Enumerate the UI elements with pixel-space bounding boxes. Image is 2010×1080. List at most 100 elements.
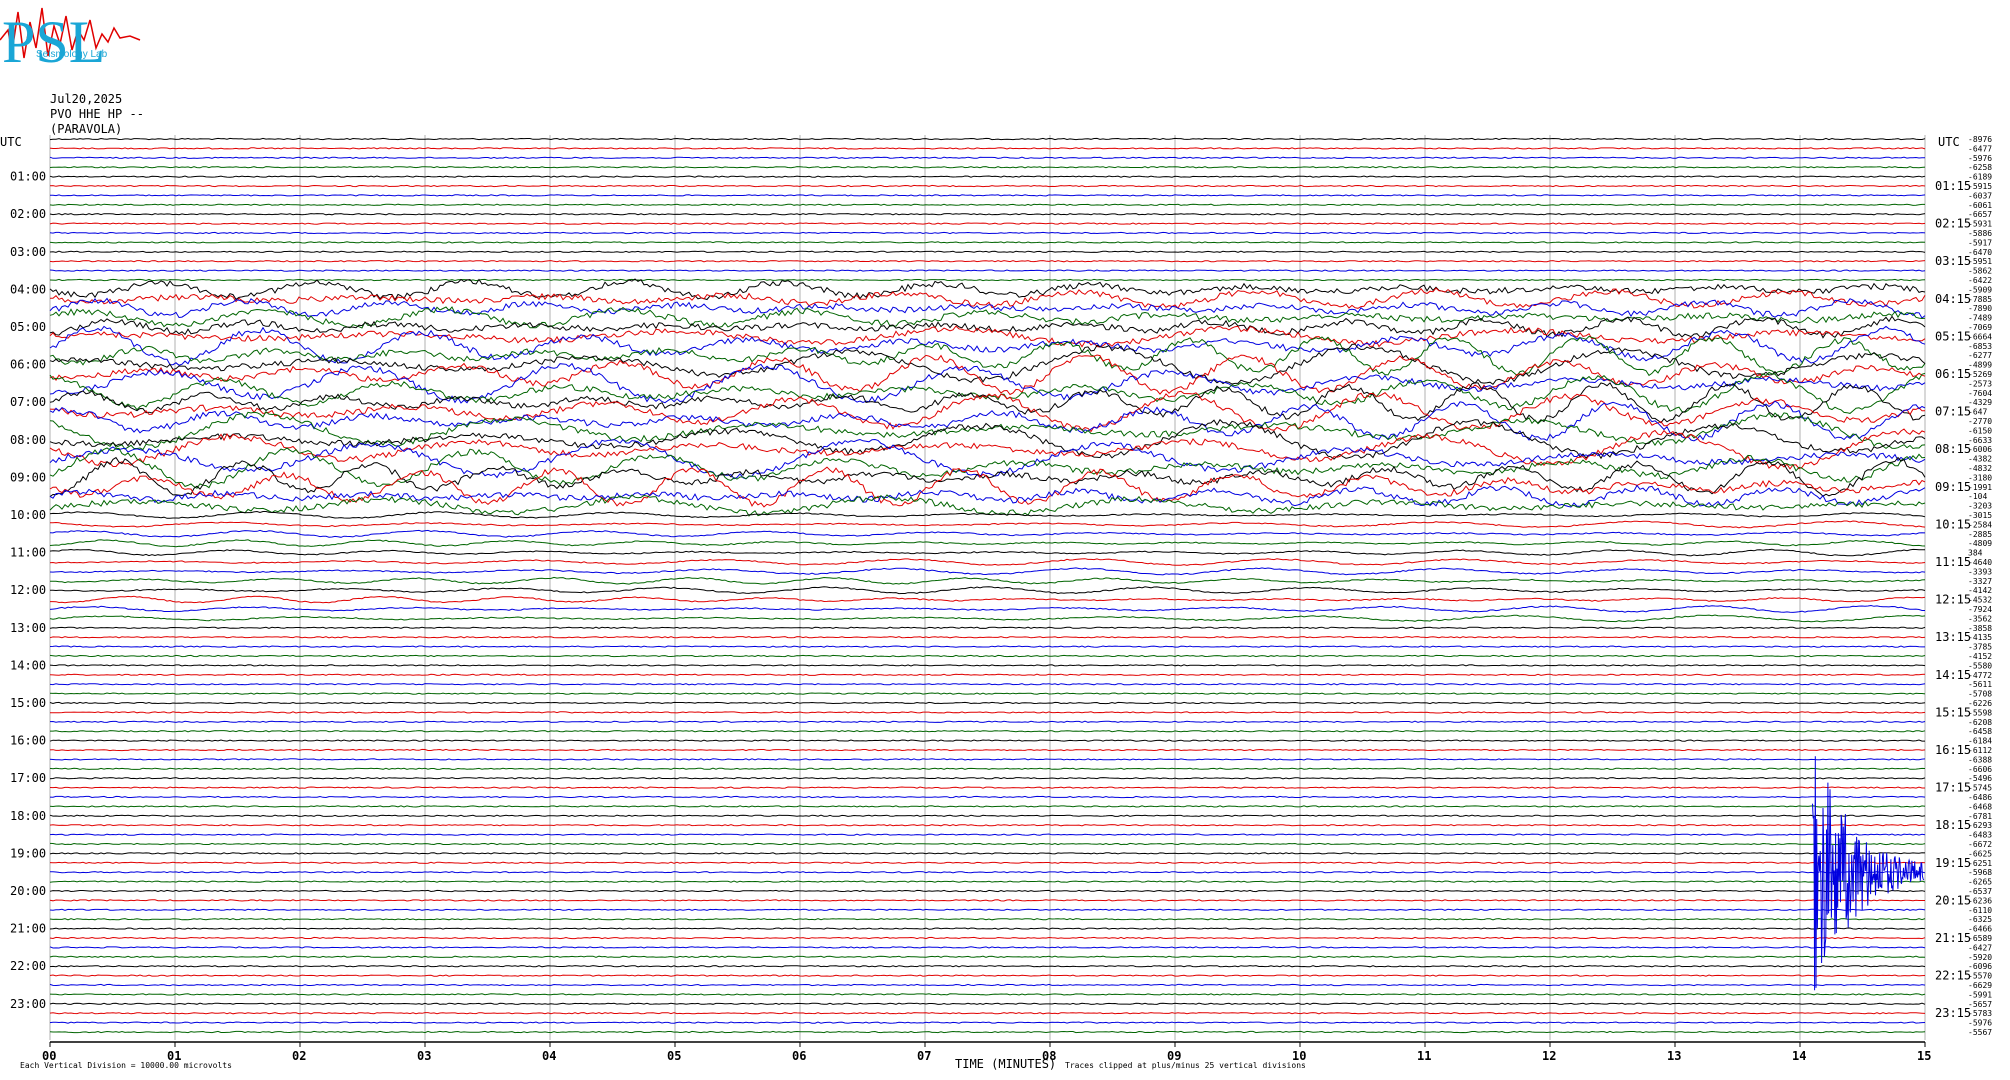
trace-offset-label: -2885 (1968, 530, 1992, 539)
x-tick-label: 05 (667, 1049, 681, 1063)
trace-line (50, 711, 1926, 714)
trace-offset-label: -6633 (1968, 436, 1992, 445)
trace-line (49, 946, 1926, 949)
trace-line (49, 842, 1926, 846)
left-utc-label: UTC (0, 135, 22, 149)
trace-line (49, 371, 1926, 414)
left-hour-label: 16:00 (10, 734, 46, 748)
right-hour-label: 21:15 (1935, 931, 1971, 945)
left-hour-label: 22:00 (10, 959, 46, 973)
trace-line (49, 222, 1926, 225)
trace-offset-label: -5862 (1968, 267, 1992, 276)
right-hour-label: 13:15 (1935, 630, 1971, 644)
trace-offset-label: -5708 (1968, 690, 1992, 699)
trace-line (49, 1012, 1926, 1015)
trace-offset-label: -6037 (1968, 191, 1992, 200)
seismogram-chart: 01:00 02:00 03:00 04:00 05:00 06:00 07:00 08:00… (0, 135, 1992, 1071)
trace-offset-label: -4772 (1968, 671, 1992, 680)
left-hour-labels: 01:00 02:00 03:00 04:00 05:00 06:00 07:00 08:00… (10, 170, 46, 1011)
trace-line (49, 510, 1926, 519)
trace-offset-label: -6293 (1968, 821, 1992, 830)
trace-line (50, 520, 1926, 529)
trace-line (49, 184, 1926, 188)
trace-offset-label: -5570 (1968, 972, 1992, 981)
left-hour-label: 05:00 (10, 320, 46, 334)
trace-offset-label: -5909 (1968, 285, 1992, 294)
trace-offset-label: -2770 (1968, 417, 1992, 426)
trace-offset-label: -6466 (1968, 925, 1992, 934)
trace-offset-label: -6606 (1968, 765, 1992, 774)
trace-line (49, 558, 1926, 566)
trace-line (49, 1002, 1926, 1005)
right-hour-label: 10:15 (1935, 517, 1971, 531)
trace-line (49, 260, 1926, 263)
trace-offset-label: -5269 (1968, 370, 1992, 379)
x-axis-title: TIME (MINUTES) (955, 1057, 1056, 1071)
trace-line (49, 833, 1926, 836)
trace-line (49, 1021, 1926, 1024)
trace-line (49, 908, 1926, 911)
trace-offset-label: -4142 (1968, 586, 1992, 595)
trace-line (49, 927, 1926, 930)
trace-line (49, 447, 1926, 489)
x-tick-label: 12 (1542, 1049, 1556, 1063)
left-hour-label: 12:00 (10, 583, 46, 597)
trace-offset-label: -6625 (1968, 849, 1992, 858)
trace-line (50, 730, 1926, 733)
trace-offset-label: -4135 (1968, 633, 1992, 642)
trace-offset-label: -2584 (1968, 520, 1992, 529)
trace-offset-label: -5657 (1968, 1000, 1992, 1009)
trace-offset-label: -5931 (1968, 220, 1992, 229)
trace-offset-label: -2573 (1968, 379, 1992, 388)
trace-line (49, 269, 1926, 272)
trace-line (49, 335, 1926, 377)
trace-offset-labels: -8976-6477-5976-6258-6189-5915-6037-6061… (1968, 135, 1992, 1037)
x-tick-label: 04 (542, 1049, 556, 1063)
trace-line (49, 213, 1926, 216)
trace-offset-label: -7885 (1968, 295, 1992, 304)
trace-offset-label: -7069 (1968, 323, 1992, 332)
left-hour-label: 19:00 (10, 846, 46, 860)
left-hour-label: 08:00 (10, 433, 46, 447)
trace-line (49, 965, 1926, 968)
left-hour-label: 20:00 (10, 884, 46, 898)
right-hour-label: 22:15 (1935, 969, 1971, 983)
trace-offset-label: -7890 (1968, 304, 1992, 313)
trace-group (49, 137, 1926, 1034)
left-hour-label: 23:00 (10, 997, 46, 1011)
trace-offset-label: -3327 (1968, 577, 1992, 586)
trace-offset-label: -6150 (1968, 426, 1992, 435)
trace-offset-label: -5968 (1968, 868, 1992, 877)
left-hour-label: 10:00 (10, 508, 46, 522)
left-hour-label: 17:00 (10, 771, 46, 785)
trace-line (49, 814, 1926, 817)
trace-offset-label: -3393 (1968, 567, 1992, 576)
trace-offset-label: -4152 (1968, 652, 1992, 661)
trace-offset-label: -5783 (1968, 1009, 1992, 1018)
trace-line (49, 852, 1926, 855)
trace-line (49, 645, 1925, 648)
trace-line (49, 795, 1926, 799)
trace-line (49, 297, 1926, 319)
trace-offset-label: -5976 (1968, 154, 1992, 163)
trace-offset-label: -6277 (1968, 351, 1992, 360)
trace-offset-label: -8976 (1968, 135, 1992, 144)
right-hour-label: 09:15 (1935, 480, 1971, 494)
trace-line (49, 567, 1926, 576)
left-hour-label: 02:00 (10, 207, 46, 221)
left-hour-label: 11:00 (10, 546, 46, 560)
trace-offset-label: -4532 (1968, 596, 1992, 605)
trace-offset-label: -5611 (1968, 680, 1992, 689)
trace-offset-label: -6112 (1968, 746, 1992, 755)
trace-line (49, 654, 1926, 658)
x-tick-label: 15 (1917, 1049, 1931, 1063)
left-hour-label: 18:00 (10, 809, 46, 823)
trace-offset-label: -5567 (1968, 1028, 1992, 1037)
trace-offset-label: -6486 (1968, 793, 1992, 802)
trace-offset-label: -6657 (1968, 210, 1992, 219)
right-hour-label: 17:15 (1935, 781, 1971, 795)
trace-offset-label: -6061 (1968, 201, 1992, 210)
trace-offset-label: -6258 (1968, 163, 1992, 172)
right-hour-label: 11:15 (1935, 555, 1971, 569)
trace-line (50, 586, 1926, 595)
